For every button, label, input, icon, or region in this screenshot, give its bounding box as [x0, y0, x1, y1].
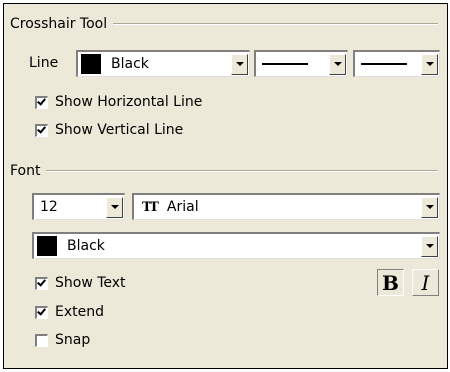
line-color-value: Black — [111, 56, 149, 72]
line-label: Line — [29, 55, 59, 71]
line-width-sample — [361, 63, 407, 65]
color-swatch — [37, 236, 57, 256]
font-color-value: Black — [67, 238, 105, 254]
dropdown-arrow-icon[interactable] — [106, 196, 123, 218]
font-family-dropdown[interactable]: TT Arial — [132, 193, 440, 220]
checkbox-box[interactable] — [35, 276, 48, 290]
font-group-header: Font — [10, 161, 438, 181]
font-size-value: 12 — [40, 199, 58, 215]
bold-button-label: B — [382, 270, 399, 295]
crosshair-group-title: Crosshair Tool — [10, 16, 108, 32]
line-style-sample — [262, 63, 308, 65]
checkmark-icon — [37, 123, 46, 134]
checkbox-box[interactable] — [35, 95, 48, 109]
dropdown-arrow-icon[interactable] — [329, 53, 346, 75]
line-width-dropdown[interactable] — [353, 50, 440, 77]
italic-button[interactable]: I — [412, 269, 439, 296]
dropdown-arrow-icon[interactable] — [231, 53, 248, 75]
crosshair-group-header: Crosshair Tool — [10, 14, 438, 34]
font-group-title: Font — [10, 163, 41, 179]
color-swatch — [81, 54, 101, 74]
show-horizontal-line-label: Show Horizontal Line — [55, 94, 203, 110]
group-divider — [46, 170, 438, 172]
checkmark-icon — [37, 276, 46, 287]
truetype-font-icon: TT — [142, 199, 159, 215]
checkbox-box[interactable] — [35, 305, 48, 319]
line-color-dropdown[interactable]: Black — [76, 50, 250, 77]
italic-button-label: I — [421, 270, 430, 295]
font-family-value: Arial — [166, 199, 199, 215]
checkmark-icon — [37, 95, 46, 106]
snap-checkbox[interactable]: Snap — [35, 330, 90, 350]
show-vertical-line-label: Show Vertical Line — [55, 122, 184, 138]
bold-button[interactable]: B — [377, 269, 404, 296]
extend-label: Extend — [55, 304, 104, 320]
show-vertical-line-checkbox[interactable]: Show Vertical Line — [35, 120, 183, 140]
show-text-checkbox[interactable]: Show Text — [35, 273, 126, 293]
dropdown-arrow-icon[interactable] — [421, 53, 438, 75]
font-size-dropdown[interactable]: 12 — [32, 193, 125, 220]
show-text-label: Show Text — [55, 275, 126, 291]
group-divider — [113, 23, 438, 25]
checkbox-box[interactable] — [35, 123, 48, 137]
crosshair-properties-panel: Crosshair Tool Line Black Show Horizonta… — [3, 3, 448, 369]
line-style-dropdown[interactable] — [254, 50, 348, 77]
dropdown-arrow-icon[interactable] — [421, 235, 438, 257]
snap-label: Snap — [55, 332, 91, 348]
font-color-dropdown[interactable]: Black — [32, 232, 440, 259]
checkbox-box[interactable] — [35, 333, 48, 347]
show-horizontal-line-checkbox[interactable]: Show Horizontal Line — [35, 92, 202, 112]
dropdown-arrow-icon[interactable] — [421, 196, 438, 218]
extend-checkbox[interactable]: Extend — [35, 302, 104, 322]
checkmark-icon — [37, 305, 46, 316]
